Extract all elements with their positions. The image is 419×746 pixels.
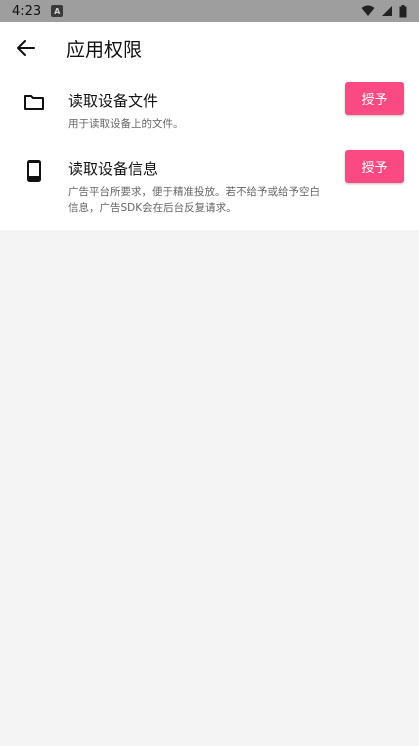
permission-list: 读取设备文件 用于读取设备上的文件。 授予 读取设备信息 广告平台所要求，便于精…: [0, 74, 419, 230]
permission-title: 读取设备信息: [68, 160, 159, 178]
grant-device-info-button[interactable]: 授予: [345, 150, 404, 183]
status-bar: 4:23 A: [0, 0, 419, 22]
wifi-icon: [361, 5, 375, 16]
permission-title: 读取设备文件: [68, 92, 159, 110]
permission-description: 广告平台所要求，便于精准投放。若不给予或给予空白信息，广告SDK会在后台反复请求…: [68, 186, 320, 214]
back-button[interactable]: [0, 22, 52, 74]
signal-icon: [382, 6, 392, 16]
notification-icon: A: [51, 5, 64, 17]
folder-icon: [24, 95, 44, 110]
permission-item-files: 读取设备文件 用于读取设备上的文件。 授予: [0, 74, 419, 148]
battery-icon: [399, 4, 407, 17]
page-title: 应用权限: [66, 38, 143, 61]
grant-files-button[interactable]: 授予: [345, 82, 404, 115]
phone-icon: [27, 160, 41, 182]
arrow-back-icon: [17, 40, 35, 56]
status-time: 4:23: [12, 3, 42, 19]
permission-description: 用于读取设备上的文件。: [68, 118, 184, 130]
permission-item-device-info: 读取设备信息 广告平台所要求，便于精准投放。若不给予或给予空白信息，广告SDK会…: [0, 148, 419, 216]
app-bar: 应用权限: [0, 22, 419, 74]
